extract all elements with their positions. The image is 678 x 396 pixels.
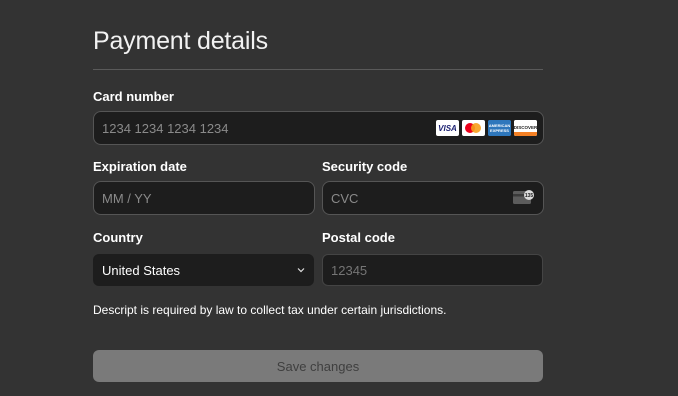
save-changes-button[interactable]: Save changes xyxy=(93,350,543,382)
cvc-card-icon: 135 xyxy=(513,190,534,204)
svg-text:135: 135 xyxy=(525,193,534,199)
postal-code-input[interactable] xyxy=(323,255,542,285)
title-divider xyxy=(93,69,543,70)
discover-icon: DISCOVER xyxy=(514,120,537,136)
country-value: United States xyxy=(102,263,181,278)
expiration-field[interactable] xyxy=(93,181,315,215)
security-code-field[interactable]: 135 xyxy=(322,181,544,215)
svg-text:EXPRESS: EXPRESS xyxy=(490,128,509,133)
svg-text:DISCOVER: DISCOVER xyxy=(514,125,537,130)
expiration-label: Expiration date xyxy=(93,159,187,174)
country-label: Country xyxy=(93,230,143,245)
amex-icon: AMERICAN EXPRESS xyxy=(488,120,511,136)
card-brands: VISA AMERICAN EXPRESS DISCOVER xyxy=(436,120,537,136)
mastercard-icon xyxy=(462,120,485,136)
card-number-field[interactable]: VISA AMERICANEXPRESS DISCOVER xyxy=(93,111,544,145)
security-code-label: Security code xyxy=(322,159,408,174)
security-code-input[interactable] xyxy=(323,182,543,214)
card-number-label: Card number xyxy=(93,89,174,104)
tax-note: Descript is required by law to collect t… xyxy=(93,303,447,317)
page-title: Payment details xyxy=(93,27,268,55)
postal-code-label: Postal code xyxy=(322,230,395,245)
expiration-input[interactable] xyxy=(94,182,314,214)
visa-icon: VISA xyxy=(436,120,459,136)
country-select[interactable]: United States xyxy=(93,254,314,286)
postal-code-field[interactable] xyxy=(322,254,543,286)
chevron-down-icon xyxy=(297,268,305,273)
